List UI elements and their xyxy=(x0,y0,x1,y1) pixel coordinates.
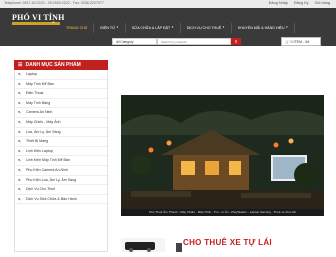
sidebar-item-camera[interactable]: ■ Camera An Ninh xyxy=(15,108,107,118)
site-logo[interactable]: PHÓ VI TÍNH xyxy=(12,13,65,22)
sidebar-item-laptop[interactable]: ■ Laptop xyxy=(15,70,107,80)
tick-icon: ■ xyxy=(18,91,21,96)
cart-icon: 🛒 xyxy=(285,40,290,44)
tick-icon: ■ xyxy=(18,177,21,182)
cart-link[interactable]: Giỏ hàng xyxy=(315,1,330,5)
nav-home[interactable]: TRANG CHỦ xyxy=(60,23,95,33)
search-icon: ⚲ xyxy=(234,39,238,44)
sidebar-item-rental[interactable]: ■ Dịch Vụ Cho Thuê xyxy=(15,185,107,195)
tick-icon: ■ xyxy=(18,158,21,163)
sidebar-item-label: Thiết Bị Mạng xyxy=(26,139,49,144)
sidebar-item-audio[interactable]: ■ Loa, Âm Ly, Âm Sáng xyxy=(15,128,107,138)
tick-icon: ■ xyxy=(18,119,21,124)
tick-icon: ■ xyxy=(18,196,21,201)
tick-icon: ■ xyxy=(18,110,21,115)
nav-repair[interactable]: SỬA CHỮA & LẮP ĐẶT ▼ xyxy=(126,23,181,33)
cart-summary[interactable]: 🛒 0 ITEM - 0đ xyxy=(281,37,321,46)
nav-repair-label: SỬA CHỮA & LẮP ĐẶT xyxy=(131,26,171,30)
sidebar-item-label: Máy Tính Để Bàn xyxy=(26,81,54,86)
tick-icon: ■ xyxy=(18,148,21,153)
cart-label: 0 ITEM - 0đ xyxy=(290,40,310,44)
sidebar-item-label: Linh Kiện Laptop xyxy=(26,148,53,153)
contact-phones: Telephone: 0917.40.2222 - 09.2929.2222 -… xyxy=(4,1,104,5)
banner-caption: Cho Thuê Âm Thanh - Máy Chiếu - Màn Hình… xyxy=(121,209,324,216)
sidebar-item-tablet[interactable]: ■ Máy Tính Bảng xyxy=(15,99,107,109)
sidebar-item-label: Máy Chiếu - Máy Ảnh xyxy=(26,119,61,124)
chevron-down-icon: ▼ xyxy=(116,26,119,29)
top-bar: Telephone: 0917.40.2222 - 09.2929.2222 -… xyxy=(0,0,336,8)
search-input[interactable] xyxy=(157,38,231,45)
nav-promotions-label: KHUYẾN MÃI & HÀNG HIỆU xyxy=(237,26,285,30)
nav-rental-label: DỊCH VỤ CHO THUÊ xyxy=(186,26,222,30)
sidebar-item-label: Máy Tính Bảng xyxy=(26,100,51,105)
chevron-down-icon: ▼ xyxy=(222,26,225,29)
promo-title: CHO THUÊ XE TỰ LÁI xyxy=(183,238,272,247)
hero-banner-image xyxy=(121,95,324,211)
sidebar-item-desktop[interactable]: ■ Máy Tính Để Bàn xyxy=(15,80,107,90)
nav-rental[interactable]: DỊCH VỤ CHO THUÊ ▼ xyxy=(181,23,232,33)
register-link[interactable]: Đăng Ký xyxy=(294,1,309,5)
sidebar-item-label: Phụ Kiện Loa, Âm Ly, Âm Sáng xyxy=(26,177,77,182)
tick-icon: ■ xyxy=(18,129,21,134)
sidebar-title: DANH MỤC SẢN PHẨM xyxy=(25,62,81,68)
sidebar-item-label: Loa, Âm Ly, Âm Sáng xyxy=(26,129,61,134)
sidebar-item-laptop-parts[interactable]: ■ Linh Kiện Laptop xyxy=(15,147,107,157)
login-link[interactable]: Đăng Nhập xyxy=(269,1,288,5)
tick-icon: ■ xyxy=(18,72,21,76)
tick-icon: ■ xyxy=(18,187,21,192)
sidebar-item-repair[interactable]: ■ Dịch Vụ Sửa Chữa & Bảo Hành xyxy=(15,195,107,205)
sidebar-item-label: Phụ Kiện Camera An Ninh xyxy=(26,167,68,172)
sidebar-item-network[interactable]: ■ Thiết Bị Mạng xyxy=(15,137,107,147)
account-links: Đăng Nhập Đăng Ký Giỏ hàng xyxy=(269,1,330,5)
sidebar-item-label: Camera An Ninh xyxy=(26,110,53,115)
category-select[interactable]: All Category xyxy=(112,38,157,45)
sidebar-item-label: Điện Thoại xyxy=(26,91,44,96)
car-image xyxy=(125,242,155,252)
chevron-down-icon: ▼ xyxy=(285,26,289,29)
chevron-down-icon: ▼ xyxy=(171,26,174,29)
sidebar-item-audio-accessories[interactable]: ■ Phụ Kiện Loa, Âm Ly, Âm Sáng xyxy=(15,176,107,186)
tick-icon: ■ xyxy=(18,139,21,144)
sidebar-item-label: Laptop xyxy=(26,72,37,76)
logo-tagline: vn xyxy=(52,20,56,24)
menu-icon: ☰ xyxy=(18,62,23,68)
tick-icon: ■ xyxy=(18,100,21,105)
main-nav: TRANG CHỦ ĐIỆN TỬ ▼ SỬA CHỮA & LẮP ĐẶT ▼ D… xyxy=(60,23,296,33)
search-button[interactable]: ⚲ xyxy=(231,38,241,45)
promo-banner-left[interactable] xyxy=(121,238,165,252)
nav-promotions[interactable]: KHUYẾN MÃI & HÀNG HIỆU ▼ xyxy=(232,23,296,33)
sidebar-header: ☰ DANH MỤC SẢN PHẨM xyxy=(14,60,108,70)
tick-icon: ■ xyxy=(18,167,21,172)
nav-home-label: TRANG CHỦ xyxy=(66,26,88,30)
category-sidebar: ■ Laptop ■ Máy Tính Để Bàn ■ Điện Thoại ■ Má… xyxy=(14,70,108,252)
sidebar-item-projector[interactable]: ■ Máy Chiếu - Máy Ảnh xyxy=(15,118,107,128)
sidebar-item-desktop-parts[interactable]: ■ Linh Kiện Máy Tính Để Bàn xyxy=(15,156,107,166)
sidebar-item-phone[interactable]: ■ Điện Thoại xyxy=(15,89,107,99)
sidebar-item-camera-accessories[interactable]: ■ Phụ Kiện Camera An Ninh xyxy=(15,166,107,176)
tick-icon: ■ xyxy=(18,81,21,86)
hero-banner[interactable] xyxy=(121,95,324,211)
sidebar-item-label: Linh Kiện Máy Tính Để Bàn xyxy=(26,158,70,163)
nav-electronics[interactable]: ĐIỆN TỬ ▼ xyxy=(94,23,126,33)
sidebar-item-label: Dịch Vụ Cho Thuê xyxy=(26,187,56,192)
car-silhouette xyxy=(176,243,182,252)
nav-electronics-label: ĐIỆN TỬ xyxy=(100,26,116,30)
sidebar-item-label: Dịch Vụ Sửa Chữa & Bảo Hành xyxy=(26,196,77,201)
